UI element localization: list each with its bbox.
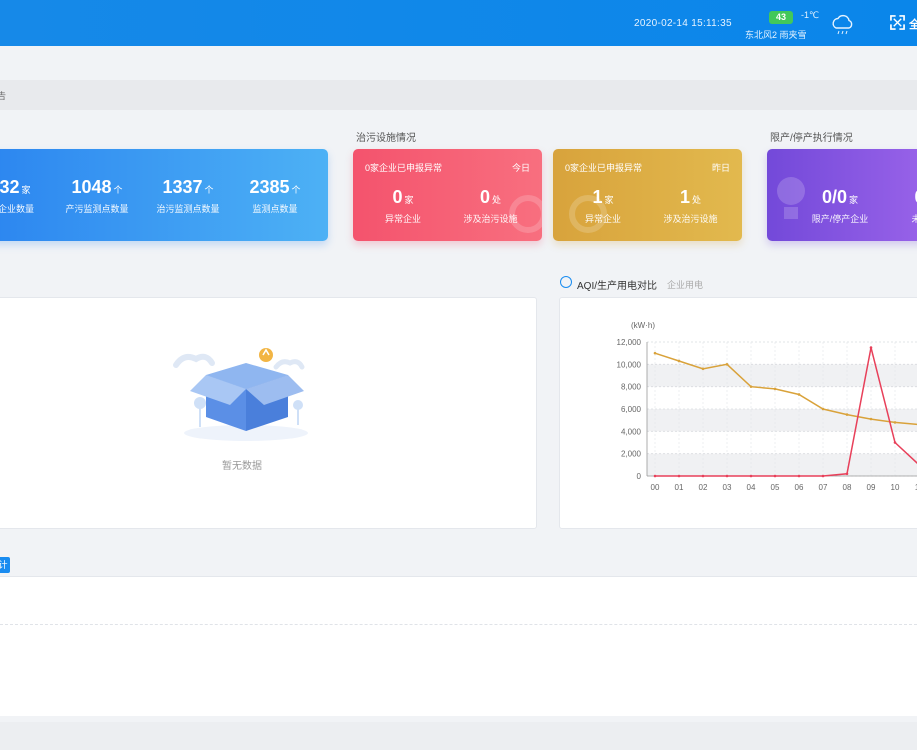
divider — [0, 624, 917, 625]
expand-icon[interactable] — [890, 15, 905, 30]
stat-facilities: 0处 涉及治污设施 — [463, 187, 518, 224]
series-point-1 — [701, 474, 705, 478]
temperature: -1℃ — [801, 10, 820, 20]
stat-abnormal-enterprises: 0家 异常企业 — [384, 187, 421, 224]
card-tag-yesterday: 昨日 — [711, 163, 730, 173]
lower-panel — [0, 576, 917, 716]
breadcrumb[interactable]: 告 — [0, 89, 6, 102]
x-tick-label: 01 — [675, 483, 684, 492]
series-point-0 — [653, 351, 657, 355]
x-tick-label: 07 — [819, 483, 828, 492]
section-title-pollution: 治污设施情况 — [356, 133, 416, 144]
x-tick-label: 06 — [795, 483, 804, 492]
series-point-0 — [725, 363, 729, 366]
stats-tab[interactable]: 计 — [0, 557, 10, 573]
x-tick-label: 03 — [723, 483, 732, 492]
y-tick-label: 6,000 — [621, 405, 642, 414]
x-tick-label: 05 — [771, 483, 780, 492]
abnormal-yesterday-card[interactable]: 0家企业已申报异常 昨日 1家 异常企业 1处 涉及治污设施 — [553, 149, 742, 241]
series-point-0 — [773, 387, 777, 391]
chart-title: AQI/生产用电对比 — [577, 281, 658, 292]
y-tick-label: 12,000 — [617, 338, 642, 347]
stat-not-executed: 0家 未执行 — [911, 187, 917, 224]
series-point-0 — [893, 421, 897, 424]
card-tag-today: 今日 — [511, 163, 530, 173]
card-head: 0家企业已申报异常 — [365, 163, 443, 173]
stat-facilities: 1处 涉及治污设施 — [663, 187, 718, 224]
series-point-0 — [797, 393, 801, 396]
series-point-0 — [869, 417, 873, 421]
y-tick-label: 0 — [637, 472, 642, 481]
stat-treatment-points: 1337 个 治污监测点数量 — [156, 177, 220, 214]
stat-monitor-points: 2385 个 监测点数量 — [249, 177, 301, 214]
series-point-1 — [653, 474, 657, 478]
chart-subtitle[interactable]: 企业用电 — [667, 278, 703, 291]
y-tick-label: 10,000 — [617, 360, 642, 369]
series-point-1 — [773, 474, 777, 478]
x-tick-label: 10 — [891, 483, 900, 492]
clock-icon — [560, 276, 572, 288]
card-head: 0家企业已申报异常 — [565, 163, 643, 173]
x-tick-label: 09 — [867, 483, 876, 492]
x-tick-label: 04 — [747, 483, 756, 492]
empty-text: 暂无数据 — [222, 461, 262, 472]
series-point-1 — [893, 441, 897, 444]
grid-band — [647, 453, 917, 476]
series-point-0 — [677, 359, 681, 363]
x-tick-label: 00 — [651, 483, 660, 492]
y-tick-label: 8,000 — [621, 383, 642, 392]
y-axis-label: (kW·h) — [631, 321, 655, 330]
aqi-badge: 43 — [769, 11, 793, 24]
series-point-0 — [749, 385, 753, 388]
stat-abnormal-enterprises: 1家 异常企业 — [584, 187, 621, 224]
series-point-0 — [821, 407, 825, 411]
empty-box-icon — [173, 348, 308, 441]
cloud-icon — [832, 14, 853, 35]
y-tick-label: 2,000 — [621, 450, 642, 459]
series-point-0 — [845, 413, 849, 416]
series-point-1 — [821, 474, 825, 478]
restriction-card[interactable]: 0/0家 限产/停产企业 0家 未执行 — [767, 149, 917, 241]
series-point-1 — [677, 474, 681, 478]
x-tick-label: 02 — [699, 483, 708, 492]
series-point-1 — [869, 346, 873, 349]
fullscreen-label[interactable]: 全 — [909, 16, 917, 32]
stat-enterprises: 32 家 企业数量 — [0, 177, 34, 214]
series-point-1 — [725, 474, 729, 478]
series-point-1 — [749, 474, 753, 478]
breadcrumb-bar — [0, 80, 917, 110]
series-point-1 — [845, 472, 849, 476]
summary-card[interactable]: 32 家 企业数量 1048 个 产污监测点数量 1337 个 治污监测点数量 238… — [0, 149, 328, 241]
footer — [0, 722, 917, 750]
x-tick-label: 08 — [843, 483, 852, 492]
wind-weather: 东北风2 雨夹雪 — [745, 30, 807, 40]
datetime: 2020-02-14 15:11:35 — [634, 18, 732, 29]
series-point-1 — [797, 474, 801, 478]
aqi-power-chart: 12,00010,0008,0006,0004,0002,000000 01 02 0… — [617, 321, 917, 492]
abnormal-today-card[interactable]: 0家企业已申报异常 今日 0家 异常企业 0处 涉及治污设施 — [353, 149, 542, 241]
stat-restricted: 0/0 家 限产/停产企业 — [811, 187, 869, 224]
section-title-restriction: 限产/停产执行情况 — [770, 133, 853, 144]
y-tick-label: 4,000 — [621, 427, 642, 436]
series-point-0 — [701, 367, 705, 371]
stat-production-points: 1048 个 产污监测点数量 — [65, 177, 129, 214]
